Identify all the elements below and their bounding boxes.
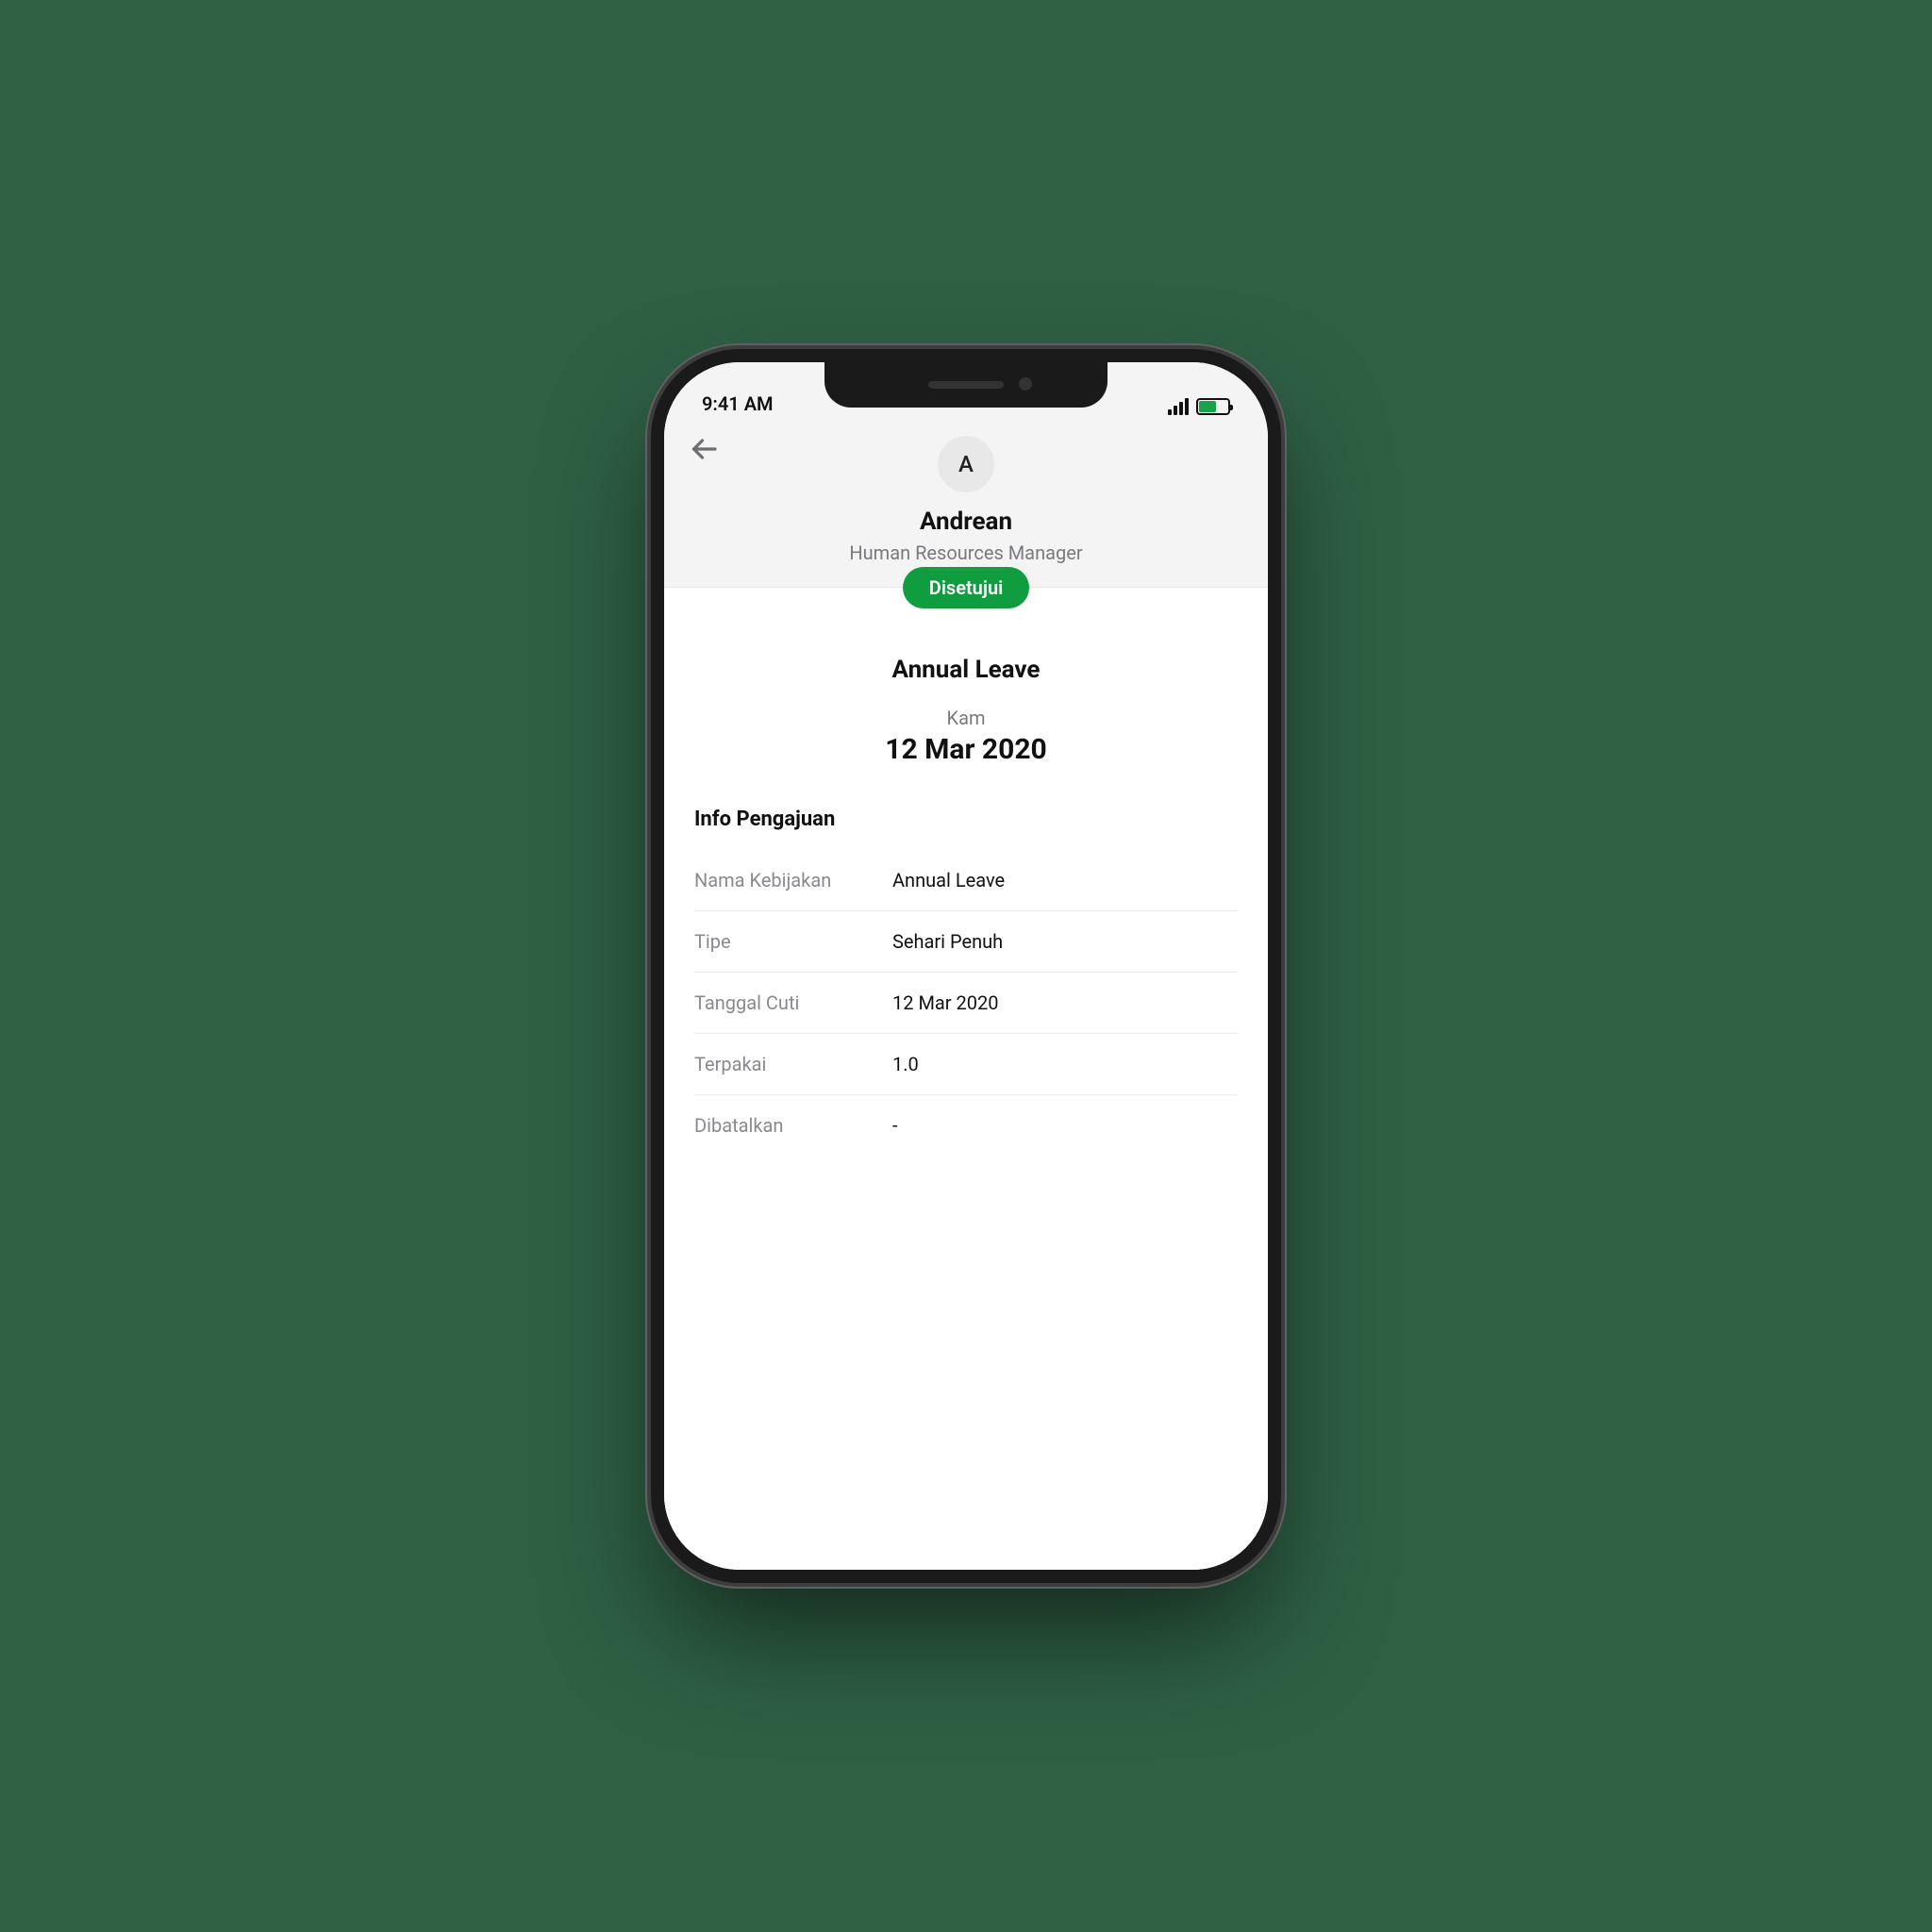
avatar-initial: A xyxy=(958,451,974,477)
info-value: Sehari Penuh xyxy=(892,930,1003,953)
status-time: 9:41 AM xyxy=(702,392,774,415)
back-button[interactable] xyxy=(687,432,721,466)
info-row: Dibatalkan- xyxy=(694,1095,1238,1156)
profile-header: A Andrean Human Resources Manager xyxy=(664,419,1268,588)
section-title: Info Pengajuan xyxy=(694,808,1238,831)
info-value: 1.0 xyxy=(892,1053,919,1075)
battery-level xyxy=(1199,401,1216,412)
info-label: Terpakai xyxy=(694,1053,892,1075)
approval-status-badge: Disetujui xyxy=(903,567,1030,608)
content-area: Annual Leave Kam 12 Mar 2020 Info Pengaj… xyxy=(664,616,1268,1570)
app-screen: 9:41 AM A Andrean Human Resou xyxy=(664,362,1268,1570)
speaker-slot xyxy=(928,381,1004,389)
info-label: Tipe xyxy=(694,930,892,953)
status-right xyxy=(1168,398,1230,415)
battery-icon xyxy=(1196,398,1230,415)
info-row: TipeSehari Penuh xyxy=(694,911,1238,973)
leave-title: Annual Leave xyxy=(694,656,1238,684)
info-row: Terpakai1.0 xyxy=(694,1034,1238,1095)
phone-mockup: 9:41 AM A Andrean Human Resou xyxy=(664,362,1268,1570)
cellular-signal-icon xyxy=(1168,398,1189,415)
avatar: A xyxy=(938,436,994,492)
phone-notch xyxy=(824,362,1108,408)
info-label: Nama Kebijakan xyxy=(694,869,892,891)
user-name: Andrean xyxy=(691,508,1241,536)
leave-day-label: Kam xyxy=(694,707,1238,729)
info-value: Annual Leave xyxy=(892,869,1005,891)
info-label: Dibatalkan xyxy=(694,1114,892,1137)
info-row: Nama KebijakanAnnual Leave xyxy=(694,850,1238,911)
info-value: - xyxy=(892,1114,898,1137)
leave-date: 12 Mar 2020 xyxy=(694,733,1238,766)
info-value: 12 Mar 2020 xyxy=(892,991,998,1014)
user-role: Human Resources Manager xyxy=(691,541,1241,564)
arrow-left-icon xyxy=(687,432,721,466)
front-camera xyxy=(1019,377,1032,391)
info-list: Nama KebijakanAnnual LeaveTipeSehari Pen… xyxy=(694,850,1238,1156)
info-label: Tanggal Cuti xyxy=(694,991,892,1014)
info-row: Tanggal Cuti12 Mar 2020 xyxy=(694,973,1238,1034)
